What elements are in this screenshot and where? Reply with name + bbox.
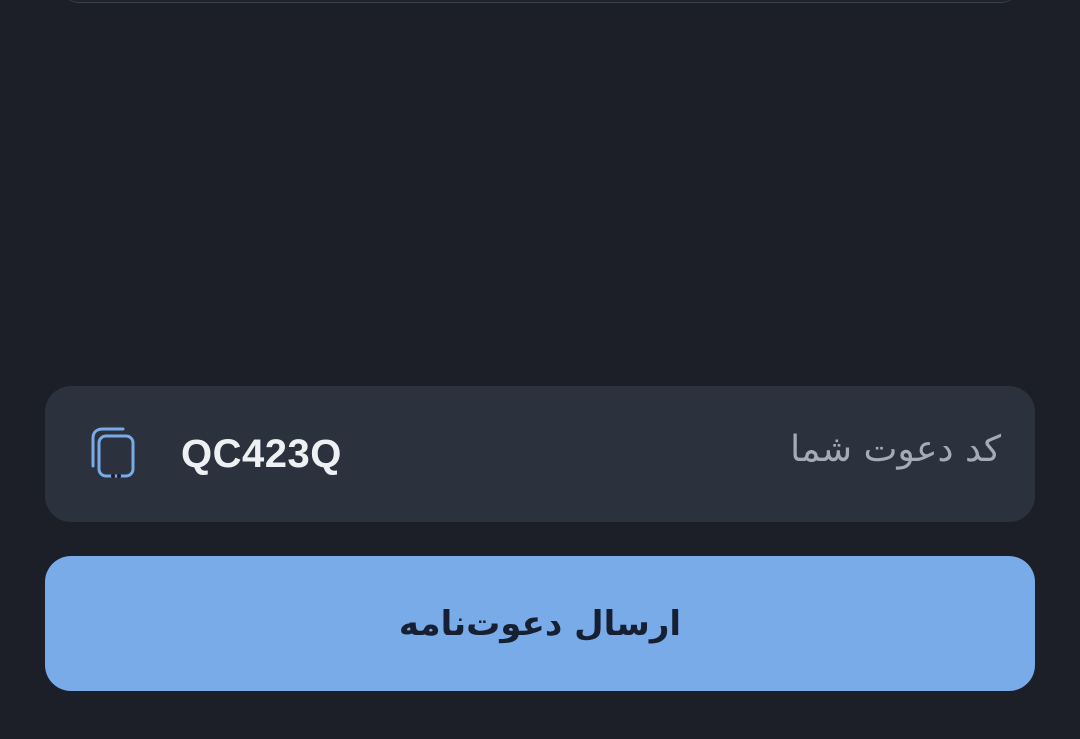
- invite-code-card: کد دعوت شما QC423Q: [45, 386, 1035, 522]
- previous-card: [64, 0, 1016, 3]
- invite-code-label: کد دعوت شما: [790, 429, 1001, 470]
- send-invite-label: ارسال دعوت‌نامه: [398, 603, 682, 644]
- copy-icon[interactable]: [85, 426, 141, 482]
- invite-screen: کد دعوت شما QC423Q ارسال دعوت‌نامه: [0, 0, 1080, 739]
- invite-code-value: QC423Q: [181, 432, 342, 476]
- send-invite-button[interactable]: ارسال دعوت‌نامه: [45, 556, 1035, 691]
